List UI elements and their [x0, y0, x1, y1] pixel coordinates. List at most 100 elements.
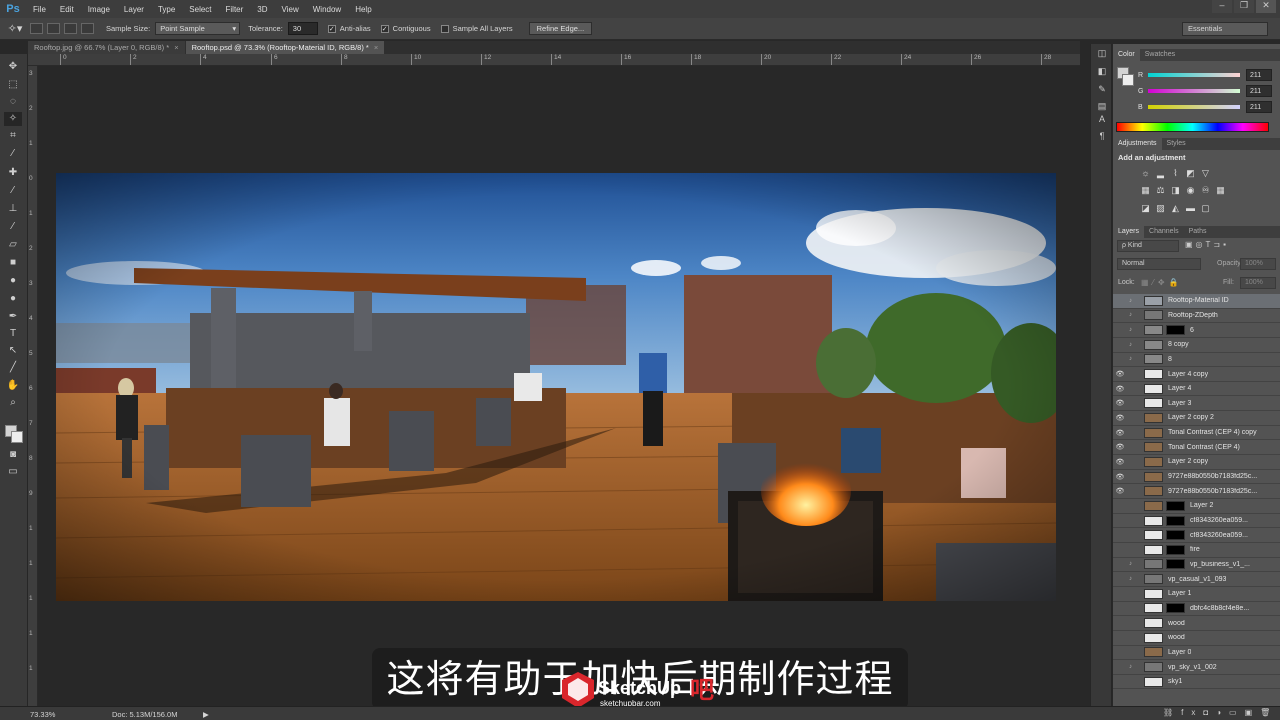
type-tool-icon[interactable]: T — [4, 327, 22, 341]
layer-thumbnail[interactable] — [1144, 398, 1163, 409]
layer-row[interactable]: 👁 Layer 4 — [1113, 381, 1280, 397]
lock-icons[interactable]: ▦⁄✥🔒 — [1141, 278, 1183, 287]
layer-footer-icons[interactable]: ⛓fx◘◑▭▣🗑 — [1163, 708, 1278, 717]
stamp-tool-icon[interactable]: ⊥ — [4, 202, 22, 216]
invert-icon[interactable]: ◪ — [1138, 203, 1153, 214]
layer-mask-thumbnail[interactable] — [1166, 559, 1185, 570]
layer-row[interactable]: cf8343260ea059... — [1113, 513, 1280, 529]
zoom-tool-icon[interactable]: ⌕ — [4, 396, 22, 410]
close-tab-icon[interactable]: × — [174, 43, 178, 52]
tab-rooftop-psd[interactable]: Rooftop.psd @ 73.3% (Rooftop-Material ID… — [185, 41, 385, 54]
tolerance-input[interactable]: 30 — [287, 22, 318, 35]
layer-thumbnail[interactable] — [1144, 354, 1163, 365]
layer-thumbnail[interactable] — [1144, 369, 1163, 380]
layer-visibility-icon[interactable]: 👁 — [1113, 487, 1127, 495]
color-lookup-icon[interactable]: ▦ — [1213, 185, 1228, 196]
red-slider[interactable]: R 211 — [1138, 68, 1278, 82]
layer-thumbnail[interactable] — [1144, 662, 1163, 673]
eraser-tool-icon[interactable]: ▱ — [4, 238, 22, 252]
sample-size-select[interactable]: Point Sample — [155, 22, 241, 35]
refine-edge-button[interactable]: Refine Edge... — [528, 22, 593, 35]
close-icon[interactable]: ✕ — [1256, 0, 1276, 13]
gradient-map-icon[interactable]: ▬ — [1183, 203, 1198, 214]
red-value-input[interactable]: 211 — [1246, 69, 1272, 81]
shape-tool-icon[interactable]: ╱ — [4, 361, 22, 375]
status-menu-arrow-icon[interactable]: ▶ — [203, 710, 209, 719]
workspace-select[interactable]: Essentials — [1182, 22, 1268, 36]
zoom-level[interactable]: 73.33% — [30, 710, 55, 719]
character-panel-icon[interactable]: A — [1095, 114, 1109, 127]
selective-color-icon[interactable]: ▢ — [1198, 203, 1213, 214]
menu-window[interactable]: Window — [306, 5, 348, 14]
menu-file[interactable]: File — [26, 5, 53, 14]
layer-row[interactable]: 👁 Layer 2 copy 2 — [1113, 411, 1280, 426]
layer-row[interactable]: ♪ Rooftop-ZDepth — [1113, 308, 1280, 324]
menu-view[interactable]: View — [275, 5, 306, 14]
layer-thumbnail[interactable] — [1144, 427, 1163, 438]
photo-filter-icon[interactable]: ◉ — [1183, 185, 1198, 196]
layer-thumbnail[interactable] — [1144, 544, 1163, 555]
layer-row[interactable]: fire — [1113, 543, 1280, 558]
layer-row[interactable]: ♪ 8 copy — [1113, 337, 1280, 353]
layer-thumbnail[interactable] — [1144, 530, 1163, 541]
layer-thumbnail[interactable] — [1144, 486, 1163, 497]
contiguous-checkbox[interactable]: ✓ Contiguous — [380, 24, 431, 33]
layer-row[interactable]: ♪ vp_casual_v1_093 — [1113, 572, 1280, 587]
layer-thumbnail[interactable] — [1144, 647, 1163, 658]
close-tab-icon[interactable]: × — [374, 43, 378, 52]
blend-mode-select[interactable]: Normal — [1117, 258, 1201, 270]
layer-thumbnail[interactable] — [1144, 310, 1163, 321]
layer-mask-thumbnail[interactable] — [1166, 603, 1185, 614]
marquee-tool-icon[interactable]: ⬚ — [4, 78, 22, 92]
opacity-input[interactable]: 100% — [1240, 258, 1276, 270]
layer-thumbnail[interactable] — [1144, 515, 1163, 526]
layer-visibility-icon[interactable]: 👁 — [1113, 385, 1127, 393]
layer-row[interactable]: 👁 Tonal Contrast (CEP 4) — [1113, 440, 1280, 456]
tab-rooftop-jpg[interactable]: Rooftop.jpg @ 66.7% (Layer 0, RGB/8) * × — [28, 41, 185, 54]
brush-tool-icon[interactable]: ⁄ — [4, 184, 22, 198]
layer-row[interactable]: wood — [1113, 616, 1280, 631]
layer-row[interactable]: 👁 Layer 2 copy — [1113, 455, 1280, 470]
layer-row[interactable]: Layer 0 — [1113, 645, 1280, 661]
layer-thumbnail[interactable] — [1144, 632, 1163, 643]
layer-visibility-icon[interactable]: 👁 — [1113, 399, 1127, 407]
menu-filter[interactable]: Filter — [219, 5, 251, 14]
curves-icon[interactable]: ⌇ — [1168, 168, 1183, 179]
layer-row[interactable]: dbfc4c8b8cf4e8e... — [1113, 601, 1280, 617]
move-tool-icon[interactable]: ✥ — [4, 60, 22, 74]
menu-3d[interactable]: 3D — [250, 5, 274, 14]
brush-panel-icon[interactable]: ✎ — [1095, 84, 1109, 97]
layer-thumbnail[interactable] — [1144, 339, 1163, 350]
layer-visibility-icon[interactable]: 👁 — [1113, 443, 1127, 451]
levels-icon[interactable]: ▂ — [1153, 168, 1168, 179]
layer-kind-filter[interactable]: ρ Kind — [1117, 240, 1179, 252]
gradient-tool-icon[interactable]: ■ — [4, 256, 22, 270]
crop-tool-icon[interactable]: ⌗ — [4, 129, 22, 143]
menu-edit[interactable]: Edit — [53, 5, 81, 14]
layer-thumbnail[interactable] — [1144, 325, 1163, 336]
tab-swatches[interactable]: Swatches — [1140, 49, 1180, 61]
blue-slider[interactable]: B 211 — [1138, 100, 1278, 114]
layer-row[interactable]: ♪ 6 — [1113, 323, 1280, 338]
layer-mask-thumbnail[interactable] — [1166, 500, 1185, 511]
layer-row[interactable]: wood — [1113, 630, 1280, 646]
paragraph-panel-icon[interactable]: ¶ — [1095, 131, 1109, 144]
pen-tool-icon[interactable]: ✒ — [4, 310, 22, 324]
layer-visibility-icon[interactable]: 👁 — [1113, 429, 1127, 437]
threshold-icon[interactable]: ◭ — [1168, 203, 1183, 214]
layer-thumbnail[interactable] — [1144, 442, 1163, 453]
menu-select[interactable]: Select — [182, 5, 218, 14]
vibrance-icon[interactable]: ▽ — [1198, 168, 1213, 179]
history-panel-icon[interactable]: ◫ — [1095, 48, 1109, 61]
tab-color[interactable]: Color — [1113, 49, 1140, 61]
layer-thumbnail[interactable] — [1144, 412, 1163, 423]
menu-help[interactable]: Help — [348, 5, 378, 14]
green-slider[interactable]: G 211 — [1138, 84, 1278, 98]
layer-mask-thumbnail[interactable] — [1166, 530, 1185, 541]
properties-panel-icon[interactable]: ◧ — [1095, 66, 1109, 79]
layer-thumbnail[interactable] — [1144, 676, 1163, 687]
new-selection-icon[interactable] — [30, 23, 43, 34]
menu-layer[interactable]: Layer — [117, 5, 151, 14]
layer-row[interactable]: 👁 Tonal Contrast (CEP 4) copy — [1113, 425, 1280, 441]
layer-thumbnail[interactable] — [1144, 500, 1163, 511]
